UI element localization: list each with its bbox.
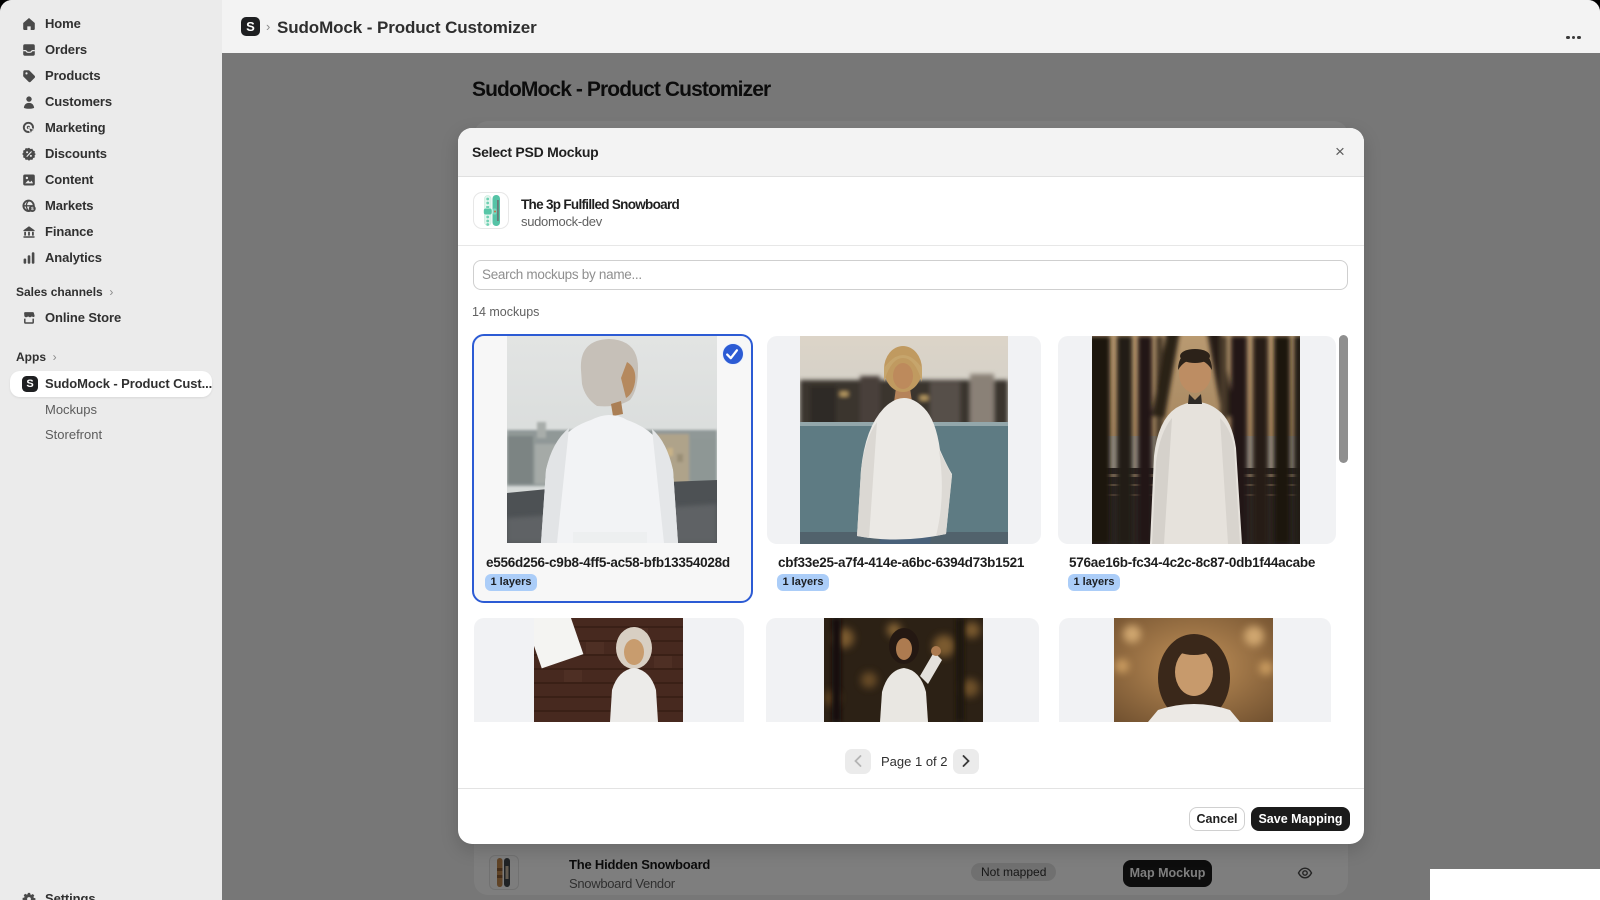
svg-text:$: $ (31, 206, 34, 212)
